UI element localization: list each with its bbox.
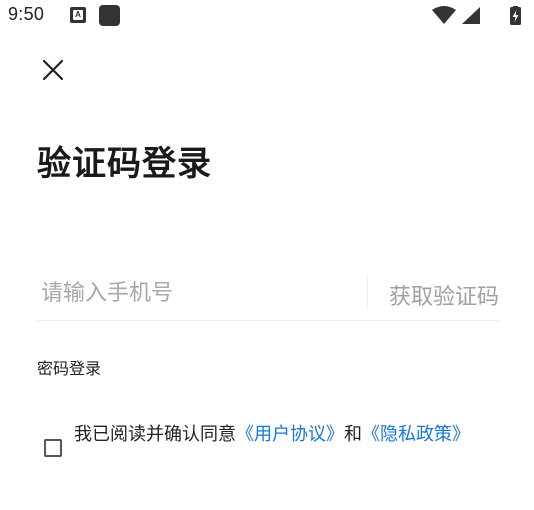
input-divider xyxy=(367,275,368,309)
app-square-icon xyxy=(99,5,120,26)
agreement-text: 我已阅读并确认同意《用户协议》和《隐私政策》 xyxy=(74,421,484,449)
phone-input-row: 获取验证码 xyxy=(37,270,499,321)
signal-icon xyxy=(462,7,480,24)
phone-input[interactable] xyxy=(37,270,361,316)
a-notification-icon: A xyxy=(70,7,86,23)
a-notification-letter: A xyxy=(73,10,83,20)
close-button[interactable] xyxy=(38,55,68,85)
page-title: 验证码登录 xyxy=(37,144,212,184)
agreement-checkbox[interactable] xyxy=(44,439,62,457)
privacy-policy-link[interactable]: 《隐私政策》 xyxy=(362,424,470,445)
status-right-icons xyxy=(430,6,526,26)
close-icon xyxy=(42,59,64,81)
user-agreement-link[interactable]: 《用户协议》 xyxy=(236,424,344,445)
agreement-conjunction: 和 xyxy=(344,424,362,445)
battery-charging-icon xyxy=(510,6,521,25)
wifi-icon xyxy=(432,6,456,24)
login-screen: 9:50 A 验证码登录 请输入手机号 获取验证码 密码登录 我已阅读并确认同意… xyxy=(0,0,534,510)
password-login-link[interactable]: 密码登录 xyxy=(37,355,101,379)
get-code-button[interactable]: 获取验证码 xyxy=(389,279,499,311)
status-bar: 9:50 A xyxy=(0,0,534,34)
agreement-prefix: 我已阅读并确认同意 xyxy=(74,424,236,445)
status-time: 9:50 xyxy=(8,4,45,24)
